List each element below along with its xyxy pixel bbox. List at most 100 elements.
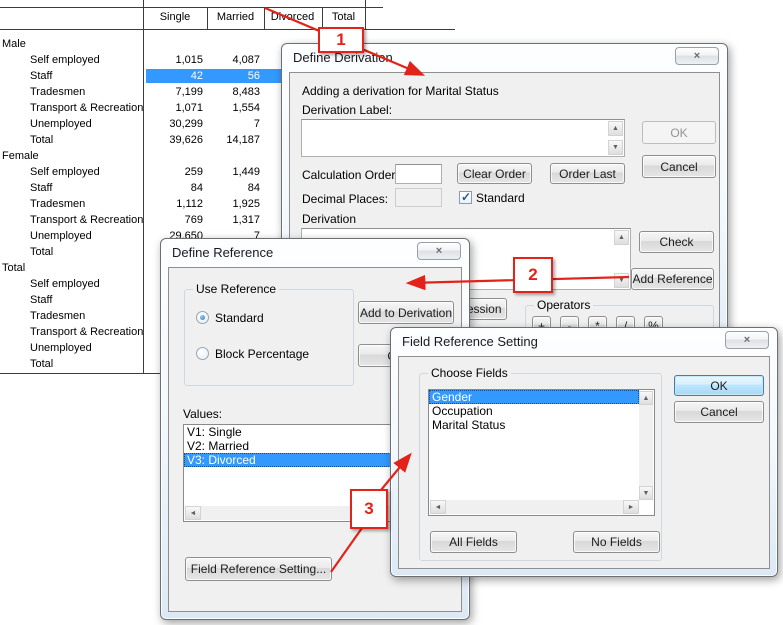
cell-single: 30,299 [146,116,203,132]
cell-single: 39,626 [146,132,203,148]
column-header-total: Total [322,11,365,23]
add-reference-button[interactable]: Add Reference [631,268,714,290]
standard-checkbox-label: Standard [476,191,525,205]
cell-single: 42 [146,68,203,84]
cell-married: 4,087 [205,52,260,68]
callout-3-badge: 3 [350,489,388,529]
derivation-section-caption: Derivation [302,212,356,226]
cell-married: 14,187 [205,132,260,148]
cell-single: 7,199 [146,84,203,100]
derivation-intro-text: Adding a derivation for Marital Status [302,84,499,98]
clear-order-button[interactable]: Clear Order [457,163,532,184]
table-row[interactable]: Tradesmen7,1998,483 [0,84,281,100]
fields-listbox[interactable]: Gender Occupation Marital Status ▲ ▼ ◄ ► [428,389,655,516]
calculation-order-input[interactable] [395,164,442,184]
decimal-places-caption: Decimal Places: [302,192,388,206]
row-label: Total [30,132,53,148]
standard-radio[interactable] [196,311,209,324]
all-fields-button[interactable]: All Fields [430,531,517,553]
derivation-scrollbar[interactable]: ▲ ▼ [614,230,629,288]
table-row[interactable]: Tradesmen1,1121,925 [0,196,281,212]
table-row[interactable]: Transport & Recreation1,0711,554 [0,100,281,116]
table-group-row: Female [0,148,281,164]
derivation-label-caption: Derivation Label: [302,103,392,117]
decimal-places-input [395,188,442,207]
row-label: Transport & Recreation [30,324,143,340]
scroll-left-icon[interactable]: ◄ [430,500,446,514]
group-label: Female [2,148,39,164]
cell-married: 1,317 [205,212,260,228]
standard-checkbox[interactable] [459,191,472,204]
table-top-rule [0,7,383,8]
add-to-derivation-button[interactable]: Add to Derivation [358,301,454,324]
list-item[interactable]: Occupation [429,404,654,418]
ok-button[interactable]: OK [674,375,764,396]
cell-married: 84 [205,180,260,196]
field-reference-setting-button[interactable]: Field Reference Setting... [185,557,332,581]
table-row[interactable]: Transport & Recreation7691,317 [0,212,281,228]
table-row[interactable]: Unemployed30,2997 [0,116,281,132]
row-label: Transport & Recreation [30,100,143,116]
scroll-up-icon[interactable]: ▲ [614,230,629,245]
cell-single: 1,015 [146,52,203,68]
cell-single: 1,112 [146,196,203,212]
horizontal-scrollbar[interactable]: ◄ ► [430,500,639,514]
no-fields-button[interactable]: No Fields [573,531,660,553]
cell-single: 769 [146,212,203,228]
derivation-label-scrollbar[interactable]: ▲ ▼ [608,121,623,155]
cell-married: 1,449 [205,164,260,180]
cell-married: 56 [205,68,260,84]
cancel-button[interactable]: Cancel [642,155,716,178]
row-label: Staff [30,68,52,84]
scroll-down-icon[interactable]: ▼ [608,140,623,155]
row-label: Unemployed [30,340,92,356]
ok-button[interactable]: OK [642,121,716,144]
block-percentage-radio-label: Block Percentage [215,347,309,361]
cell-married: 7 [205,116,260,132]
operators-group-label: Operators [534,298,593,312]
column-header-married: Married [208,11,263,23]
block-percentage-radio[interactable] [196,347,209,360]
column-header-divorced: Divorced [264,11,321,23]
choose-fields-group: Choose Fields Gender Occupation Marital … [419,373,662,561]
table-row[interactable]: Staff8484 [0,180,281,196]
cancel-button[interactable]: Cancel [674,401,764,423]
table-row[interactable]: Total 39,62614,187 [0,132,281,148]
scroll-left-icon[interactable]: ◄ [185,506,201,520]
order-last-button[interactable]: Order Last [550,163,625,184]
scroll-up-icon[interactable]: ▲ [639,391,653,405]
close-icon[interactable]: × [417,242,461,260]
scroll-down-icon[interactable]: ▼ [639,486,653,500]
standard-radio-label: Standard [215,311,264,325]
check-button[interactable]: Check [639,231,714,253]
field-reference-setting-body: Choose Fields Gender Occupation Marital … [398,356,770,569]
table-row[interactable]: Self employed2591,449 [0,164,281,180]
list-item[interactable]: Marital Status [429,418,654,432]
row-label: Self employed [30,276,100,292]
callout-2-badge: 2 [513,257,553,293]
scroll-down-icon[interactable]: ▼ [614,273,629,288]
define-reference-title: Define Reference [172,245,273,260]
close-icon[interactable]: × [675,47,719,65]
table-row[interactable]: Self employed1,0154,087 [0,52,281,68]
calculation-order-caption: Calculation Order: [302,168,399,182]
list-item-selected[interactable]: Gender [429,390,639,404]
use-reference-group: Use Reference Standard Block Percentage [184,289,354,386]
table-row[interactable]: Staff 4256 [0,68,281,84]
close-icon[interactable]: × [725,331,769,349]
cell-single: 1,071 [146,100,203,116]
table-col-divider [365,0,366,29]
column-header-single: Single [145,11,205,23]
group-label: Male [2,36,26,52]
cell-single: 84 [146,180,203,196]
cell-married: 1,925 [205,196,260,212]
scroll-right-icon[interactable]: ► [623,500,639,514]
row-label: Total [30,356,53,372]
scroll-up-icon[interactable]: ▲ [608,121,623,136]
table-group-row: Male [0,36,281,52]
row-label: Tradesmen [30,308,85,324]
row-label: Self employed [30,164,100,180]
vertical-scrollbar[interactable]: ▲ ▼ [639,391,653,500]
derivation-label-input[interactable]: ▲ ▼ [301,119,625,157]
values-caption: Values: [183,407,222,421]
